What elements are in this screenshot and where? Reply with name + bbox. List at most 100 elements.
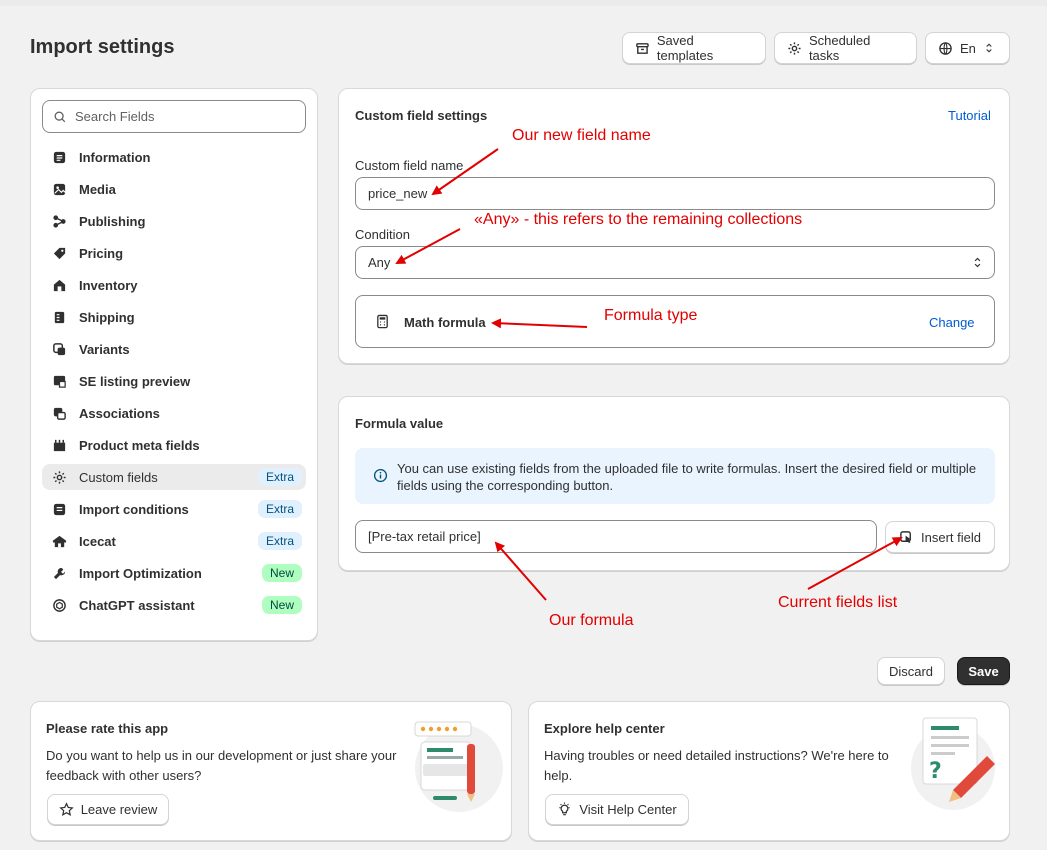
svg-text:?: ? [929, 759, 942, 784]
sidebar-item-label: Media [79, 181, 116, 197]
tutorial-link[interactable]: Tutorial [948, 108, 991, 123]
sidebar-item-label: Associations [79, 405, 160, 421]
sidebar-item-label: Shipping [79, 309, 135, 325]
extra-badge: Extra [257, 500, 302, 518]
help-center-card: Explore help center Having troubles or n… [528, 701, 1010, 841]
select-chevron-icon [986, 43, 992, 53]
language-label: En [960, 40, 976, 56]
formula-input[interactable]: [Pre-tax retail price] [355, 520, 877, 553]
sidebar-item-label: Publishing [79, 213, 146, 229]
insert-field-icon [900, 530, 912, 543]
annotation-our-formula: Our formula [549, 612, 634, 629]
language-selector[interactable]: En [925, 32, 1010, 64]
sidebar-item-icecat[interactable]: Icecat Extra [42, 528, 306, 554]
conditions-icon [51, 501, 67, 517]
custom-field-name-label: Custom field name [355, 158, 464, 173]
sidebar-nav: Information Media Publishing Pricing Inv… [42, 144, 306, 624]
leave-review-label: Leave review [80, 802, 158, 817]
sidebar-item-label: Variants [79, 341, 130, 357]
search-placeholder: Search Fields [75, 109, 155, 124]
info-banner-text: You can use existing fields from the upl… [397, 461, 977, 493]
annotation-new-field-name: Our new field name [512, 127, 651, 144]
visit-help-center-button[interactable]: Visit Help Center [545, 794, 689, 825]
publishing-icon [51, 213, 67, 229]
sidebar-item-inventory[interactable]: Inventory [42, 272, 306, 298]
variants-icon [51, 341, 67, 357]
help-card-text: Having troubles or need detailed instruc… [544, 748, 889, 783]
annotation-any: «Any» - this refers to the remaining col… [474, 211, 803, 228]
extra-badge: Extra [257, 468, 302, 486]
saved-templates-button[interactable]: Saved templates [622, 32, 766, 64]
sidebar-item-chatgpt-assistant[interactable]: ChatGPT assistant New [42, 592, 306, 618]
rate-card-text: Do you want to help us in our developmen… [46, 748, 397, 783]
info-banner: You can use existing fields from the upl… [355, 448, 995, 504]
annotation-current-fields: Current fields list [778, 594, 898, 611]
se-listing-icon [51, 373, 67, 389]
shipping-icon [51, 309, 67, 325]
sidebar-item-label: Inventory [79, 277, 138, 293]
sidebar-item-product-meta-fields[interactable]: Product meta fields [42, 432, 306, 458]
insert-field-button[interactable]: Insert field [885, 521, 995, 553]
sidebar-item-publishing[interactable]: Publishing [42, 208, 306, 234]
sidebar-item-information[interactable]: Information [42, 144, 306, 170]
inventory-icon [51, 277, 67, 293]
change-link[interactable]: Change [929, 315, 975, 330]
icecat-icon [51, 533, 67, 549]
sidebar-item-label: Icecat [79, 533, 116, 549]
sidebar-item-label: ChatGPT assistant [79, 597, 195, 613]
formula-type-label: Math formula [404, 315, 486, 330]
wrench-icon [51, 565, 67, 581]
star-icon [59, 802, 74, 816]
review-illustration [414, 721, 503, 812]
visit-help-center-label: Visit Help Center [579, 802, 677, 817]
sidebar-item-label: SE listing preview [79, 373, 191, 389]
search-field[interactable]: Search Fields [42, 100, 306, 133]
custom-field-name-input[interactable]: price_new [355, 177, 995, 210]
sidebar-item-label: Product meta fields [79, 437, 200, 453]
archive-icon [636, 42, 649, 54]
chatgpt-icon [51, 597, 67, 613]
gear-icon [51, 469, 67, 485]
scheduled-tasks-button[interactable]: Scheduled tasks [774, 32, 917, 64]
meta-fields-icon [51, 437, 67, 453]
leave-review-button[interactable]: Leave review [47, 794, 169, 825]
sidebar-item-label: Information [79, 149, 151, 165]
associations-icon [51, 405, 67, 421]
sidebar-item-pricing[interactable]: Pricing [42, 240, 306, 266]
help-card-title: Explore help center [544, 721, 665, 736]
sidebar-item-import-conditions[interactable]: Import conditions Extra [42, 496, 306, 522]
new-badge: New [261, 596, 302, 614]
calculator-icon [377, 314, 388, 329]
rate-app-card: Please rate this app Do you want to help… [30, 701, 512, 841]
extra-badge: Extra [257, 532, 302, 550]
insert-field-label: Insert field [921, 529, 981, 545]
sidebar-item-label: Custom fields [79, 469, 158, 485]
information-icon [51, 149, 67, 165]
discard-button[interactable]: Discard [877, 657, 945, 685]
sidebar-item-label: Pricing [79, 245, 124, 261]
section-title: Custom field settings [355, 108, 488, 123]
sidebar-item-variants[interactable]: Variants [42, 336, 306, 362]
sidebar-item-shipping[interactable]: Shipping [42, 304, 306, 330]
sidebar-card: Search Fields Information Media Publishi… [30, 88, 318, 641]
help-illustration: ? [911, 717, 995, 810]
rate-card-title: Please rate this app [46, 721, 169, 736]
lightbulb-icon [559, 802, 570, 816]
save-button[interactable]: Save [957, 657, 1010, 685]
select-chevron-icon [974, 257, 981, 268]
condition-value: Any [368, 255, 391, 270]
pricing-icon [51, 245, 67, 261]
new-badge: New [261, 564, 302, 582]
sidebar-item-label: Import Optimization [79, 565, 202, 581]
formula-value-card: Formula value You can use existing field… [338, 396, 1010, 571]
sidebar-item-media[interactable]: Media [42, 176, 306, 202]
sidebar-item-se-listing-preview[interactable]: SE listing preview [42, 368, 306, 394]
condition-select[interactable]: Any [355, 246, 995, 279]
condition-label: Condition [355, 227, 410, 242]
sidebar-item-import-optimization[interactable]: Import Optimization New [42, 560, 306, 586]
page-title: Import settings [30, 36, 175, 58]
sidebar-item-associations[interactable]: Associations [42, 400, 306, 426]
annotation-formula-type: Formula type [604, 307, 698, 324]
sidebar-item-custom-fields[interactable]: Custom fields Extra [42, 464, 306, 490]
saved-templates-label: Saved templates [656, 33, 714, 63]
